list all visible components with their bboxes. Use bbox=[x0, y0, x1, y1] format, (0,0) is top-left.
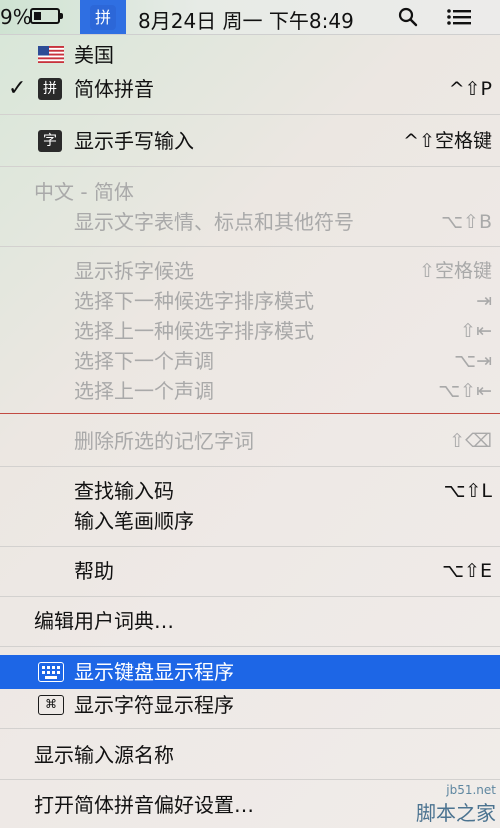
menu-item-label: 选择上一种候选字排序模式 bbox=[74, 319, 314, 343]
separator bbox=[0, 114, 500, 115]
menu-item-shortcut: ⌥⇥ bbox=[454, 350, 492, 372]
menu-item-delete-memory[interactable]: 删除所选的记忆字词 ⇧⌫ bbox=[0, 426, 500, 456]
battery-icon[interactable] bbox=[30, 8, 63, 24]
menu-item-label: 选择上一个声调 bbox=[74, 379, 214, 403]
pinyin-badge-icon: 拼 bbox=[38, 78, 62, 100]
menu-item-show-source-name[interactable]: 显示输入源名称 bbox=[0, 740, 500, 770]
menu-item-next-sort[interactable]: 选择下一种候选字排序模式 ⇥ bbox=[0, 286, 500, 316]
menu-item-shortcut: ^⇧P bbox=[448, 78, 492, 100]
menu-item-label: 帮助 bbox=[74, 559, 114, 583]
menu-item-label: 显示字符显示程序 bbox=[74, 693, 234, 717]
menu-item-stroke-order[interactable]: 输入笔画顺序 bbox=[0, 506, 500, 536]
menu-item-shortcut: ⌥⇧L bbox=[443, 480, 492, 502]
separator bbox=[0, 413, 500, 414]
separator bbox=[0, 646, 500, 647]
keyboard-icon bbox=[38, 662, 64, 682]
watermark: jb51.net 脚本之家 bbox=[416, 783, 496, 826]
menu-item-shortcut: ⇧⇤ bbox=[460, 320, 492, 342]
menu-item-pinyin[interactable]: ✓ 拼 简体拼音 ^⇧P bbox=[0, 74, 500, 104]
menu-item-label: 显示键盘显示程序 bbox=[74, 660, 234, 684]
menu-item-emoji[interactable]: 显示文字表情、标点和其他符号 ⌥⇧B bbox=[0, 207, 500, 237]
menu-item-shortcut: ⌥⇧⇤ bbox=[438, 380, 492, 402]
menu-item-shortcut: ⇥ bbox=[476, 290, 492, 312]
handwriting-badge-icon: 字 bbox=[38, 130, 62, 152]
menu-item-label: 编辑用户词典… bbox=[34, 609, 174, 633]
menu-item-lookup-code[interactable]: 查找输入码 ⌥⇧L bbox=[0, 476, 500, 506]
menu-item-split-candidates[interactable]: 显示拆字候选 ⇧空格键 bbox=[0, 256, 500, 286]
character-viewer-icon: ⌘ bbox=[38, 695, 64, 715]
menu-item-label: 选择下一种候选字排序模式 bbox=[74, 289, 314, 313]
list-icon[interactable] bbox=[446, 8, 472, 26]
menu-item-help[interactable]: 帮助 ⌥⇧E bbox=[0, 556, 500, 586]
menu-item-handwriting[interactable]: 字 显示手写输入 ^⇧空格键 bbox=[0, 126, 500, 156]
menu-item-shortcut: ⌥⇧B bbox=[441, 211, 492, 233]
menu-item-label: 显示手写输入 bbox=[74, 129, 194, 153]
menu-item-shortcut: ⇧⌫ bbox=[449, 430, 492, 452]
section-header-label: 中文 - 简体 bbox=[34, 180, 134, 204]
menu-item-label: 显示输入源名称 bbox=[34, 743, 174, 767]
separator bbox=[0, 246, 500, 247]
datetime[interactable]: 8月24日 周一 下午8:49 bbox=[138, 5, 354, 34]
watermark-url: jb51.net bbox=[446, 783, 496, 797]
menu-item-label: 简体拼音 bbox=[74, 77, 154, 101]
separator bbox=[0, 779, 500, 780]
battery-percent: 9% bbox=[0, 5, 32, 29]
separator bbox=[0, 596, 500, 597]
input-method-icon[interactable]: 拼 bbox=[90, 5, 116, 30]
menu-item-prev-tone[interactable]: 选择上一个声调 ⌥⇧⇤ bbox=[0, 376, 500, 406]
checkmark-icon: ✓ bbox=[8, 76, 27, 101]
menu-item-label: 显示拆字候选 bbox=[74, 259, 194, 283]
menu-item-shortcut: ^⇧空格键 bbox=[403, 130, 492, 152]
menu-item-shortcut: ⇧空格键 bbox=[419, 260, 492, 282]
separator bbox=[0, 546, 500, 547]
menu-item-label: 删除所选的记忆字词 bbox=[74, 429, 254, 453]
menu-item-label: 美国 bbox=[74, 43, 114, 67]
menu-item-label: 查找输入码 bbox=[74, 479, 174, 503]
menu-item-label: 输入笔画顺序 bbox=[74, 509, 194, 533]
separator bbox=[0, 728, 500, 729]
watermark-brand: 脚本之家 bbox=[416, 801, 496, 825]
menu-bar: 9% 拼 8月24日 周一 下午8:49 bbox=[0, 0, 500, 35]
menu-item-prev-sort[interactable]: 选择上一种候选字排序模式 ⇧⇤ bbox=[0, 316, 500, 346]
separator bbox=[0, 166, 500, 167]
input-method-menu: 美国 ✓ 拼 简体拼音 ^⇧P 字 显示手写输入 ^⇧空格键 中文 - 简体 显… bbox=[0, 34, 500, 828]
search-icon[interactable] bbox=[398, 7, 418, 27]
menu-item-label: 显示文字表情、标点和其他符号 bbox=[74, 210, 354, 234]
menu-item-us[interactable]: 美国 bbox=[0, 40, 500, 70]
menu-item-edit-dictionary[interactable]: 编辑用户词典… bbox=[0, 606, 500, 636]
menu-item-label: 打开简体拼音偏好设置… bbox=[34, 793, 254, 817]
menu-item-keyboard-viewer[interactable]: 显示键盘显示程序 bbox=[0, 655, 500, 689]
separator bbox=[0, 466, 500, 467]
menu-item-character-viewer[interactable]: ⌘ 显示字符显示程序 bbox=[0, 690, 500, 720]
section-header: 中文 - 简体 bbox=[0, 177, 500, 207]
menu-item-label: 选择下一个声调 bbox=[74, 349, 214, 373]
menu-item-next-tone[interactable]: 选择下一个声调 ⌥⇥ bbox=[0, 346, 500, 376]
us-flag-icon bbox=[38, 46, 64, 63]
menu-item-shortcut: ⌥⇧E bbox=[442, 560, 492, 582]
